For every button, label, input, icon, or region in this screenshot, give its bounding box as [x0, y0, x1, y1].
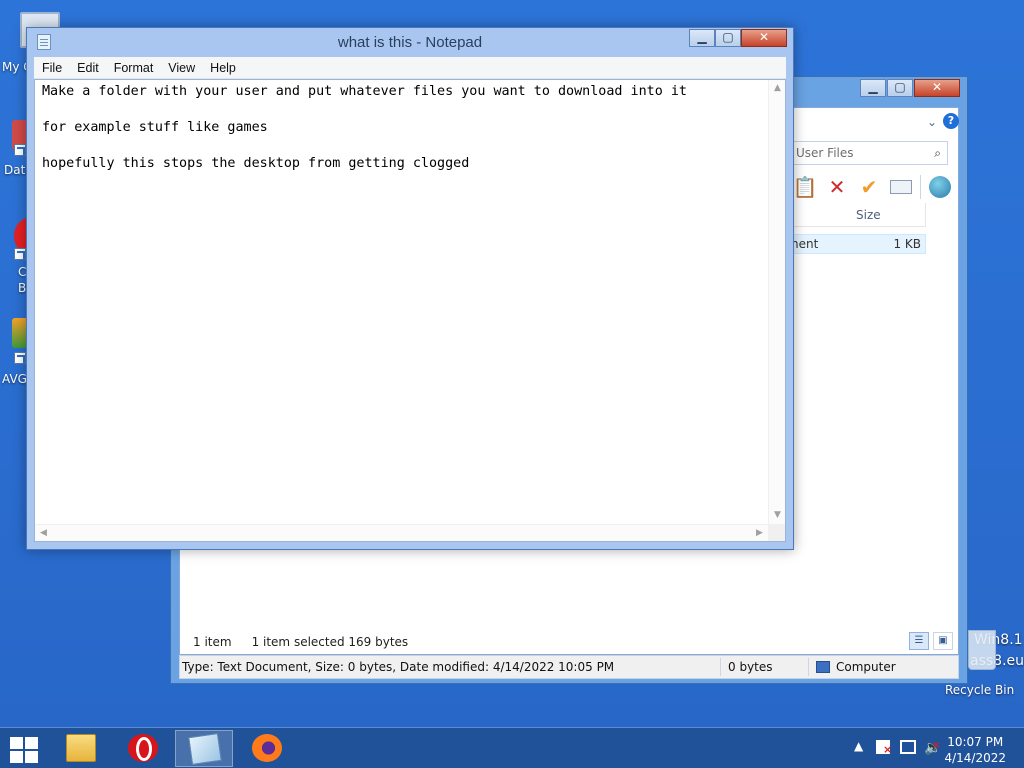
taskbar: ▲ 🔈 10:07 PM 4/14/2022 — [0, 727, 1024, 768]
column-size-label: Size — [856, 208, 881, 222]
desktop-icon-label: Recycle Bin — [945, 683, 1015, 697]
text-line — [42, 101, 687, 119]
search-placeholder: User Files — [796, 146, 854, 160]
scroll-up-icon[interactable]: ▲ — [769, 80, 786, 97]
shortcut-arrow-icon — [14, 144, 26, 156]
explorer-window-controls: ▁ ▢ ✕ — [860, 79, 960, 97]
desktop-icon-label: AVG — [2, 372, 27, 386]
maximize-button[interactable]: ▢ — [715, 29, 741, 47]
text-line: for example stuff like games — [42, 120, 268, 135]
details-info: Type: Text Document, Size: 0 bytes, Date… — [182, 660, 615, 674]
properties-button[interactable] — [888, 175, 914, 199]
vertical-scrollbar[interactable]: ▲ ▼ — [768, 80, 785, 524]
column-divider — [925, 203, 926, 227]
volume-muted-icon[interactable]: 🔈 — [924, 740, 941, 756]
details-divider — [720, 658, 721, 676]
view-switcher: ☰ ▣ — [909, 632, 953, 650]
taskbar-notepad[interactable] — [175, 730, 233, 767]
resize-grip[interactable] — [768, 524, 785, 541]
search-input[interactable]: User Files ⌕ — [792, 141, 948, 165]
menu-format[interactable]: Format — [106, 57, 161, 79]
clock[interactable]: 10:07 PM 4/14/2022 — [944, 734, 1006, 766]
clock-time: 10:07 PM — [947, 735, 1004, 749]
taskbar-firefox[interactable] — [238, 730, 296, 767]
close-button[interactable]: ✕ — [741, 29, 787, 47]
shortcut-arrow-icon — [14, 352, 26, 364]
explorer-status-bar: 1 item 1 item selected 169 bytes — [193, 635, 408, 649]
help-icon[interactable]: ? — [943, 113, 959, 129]
explorer-toolbar: 📋 ✕ ✔ — [792, 173, 953, 201]
file-size-cell: 1 KB — [893, 237, 921, 251]
recycle-bin-icon — [968, 630, 996, 670]
editor-content: Make a folder with your user and put wha… — [42, 83, 687, 173]
menu-edit[interactable]: Edit — [69, 57, 106, 79]
window-controls: ▁ ▢ ✕ — [689, 29, 787, 47]
column-header-size[interactable]: Size — [792, 203, 926, 227]
start-button[interactable] — [8, 735, 38, 763]
details-view-icon[interactable]: ☰ — [909, 632, 929, 650]
properties-icon — [890, 180, 912, 194]
title-bar[interactable]: what is this - Notepad ▁ ▢ ✕ — [27, 28, 793, 57]
text-editor[interactable]: Make a folder with your user and put wha… — [34, 79, 786, 542]
selection-info: 1 item selected 169 bytes — [251, 635, 409, 649]
details-divider — [808, 658, 809, 676]
taskbar-opera[interactable] — [114, 730, 172, 767]
scroll-down-icon[interactable]: ▼ — [769, 507, 786, 524]
windows-logo-icon — [25, 751, 38, 763]
menu-bar: File Edit Format View Help — [34, 57, 786, 79]
search-icon[interactable]: ⌕ — [934, 146, 941, 161]
desktop-icon-label: B — [18, 281, 27, 295]
window-title: what is this - Notepad — [337, 34, 483, 51]
menu-view[interactable]: View — [160, 57, 202, 79]
menu-help[interactable]: Help — [202, 57, 243, 79]
network-icon[interactable] — [900, 740, 916, 754]
large-icons-view-icon[interactable]: ▣ — [933, 632, 953, 650]
computer-icon — [816, 661, 830, 673]
clock-date: 4/14/2022 — [944, 751, 1006, 765]
close-button[interactable]: ✕ — [914, 79, 960, 97]
horizontal-scrollbar[interactable]: ◀ ▶ — [35, 524, 768, 541]
chevron-down-icon[interactable]: ⌄ — [927, 115, 937, 129]
folder-icon — [66, 734, 96, 762]
text-line — [42, 137, 687, 155]
minimize-button[interactable]: ▁ — [860, 79, 886, 97]
item-count: 1 item — [193, 635, 232, 649]
maximize-button[interactable]: ▢ — [887, 79, 913, 97]
details-location-label: Computer — [836, 660, 896, 674]
checkmark-icon[interactable]: ✔ — [856, 175, 882, 199]
file-type-cell: nent — [791, 237, 819, 251]
text-line: hopefully this stops the desktop from ge… — [42, 156, 470, 171]
windows-logo-icon — [10, 751, 23, 763]
details-location: Computer — [816, 660, 896, 674]
firefox-icon — [252, 734, 282, 762]
notepad-icon — [188, 733, 222, 765]
windows-logo-icon — [25, 737, 38, 749]
shell-icon — [929, 176, 951, 198]
clipboard-icon[interactable]: 📋 — [792, 175, 818, 199]
notepad-window[interactable]: what is this - Notepad ▁ ▢ ✕ File Edit F… — [26, 27, 794, 550]
taskbar-file-explorer[interactable] — [52, 730, 110, 767]
delete-icon[interactable]: ✕ — [824, 175, 850, 199]
show-hidden-icons-icon[interactable]: ▲ — [854, 739, 863, 753]
opera-icon — [128, 734, 158, 762]
action-center-icon[interactable] — [876, 740, 892, 756]
file-row[interactable]: nent 1 KB — [791, 234, 926, 254]
scroll-left-icon[interactable]: ◀ — [35, 525, 52, 542]
shortcut-arrow-icon — [14, 248, 26, 260]
menu-file[interactable]: File — [34, 57, 69, 79]
toolbar-divider — [920, 175, 921, 199]
text-line: Make a folder with your user and put wha… — [42, 84, 687, 99]
windows-logo-icon — [10, 737, 23, 749]
scroll-right-icon[interactable]: ▶ — [751, 525, 768, 542]
minimize-button[interactable]: ▁ — [689, 29, 715, 47]
details-size: 0 bytes — [728, 660, 773, 674]
details-bar: Type: Text Document, Size: 0 bytes, Date… — [179, 655, 959, 679]
shell-button[interactable] — [927, 175, 953, 199]
